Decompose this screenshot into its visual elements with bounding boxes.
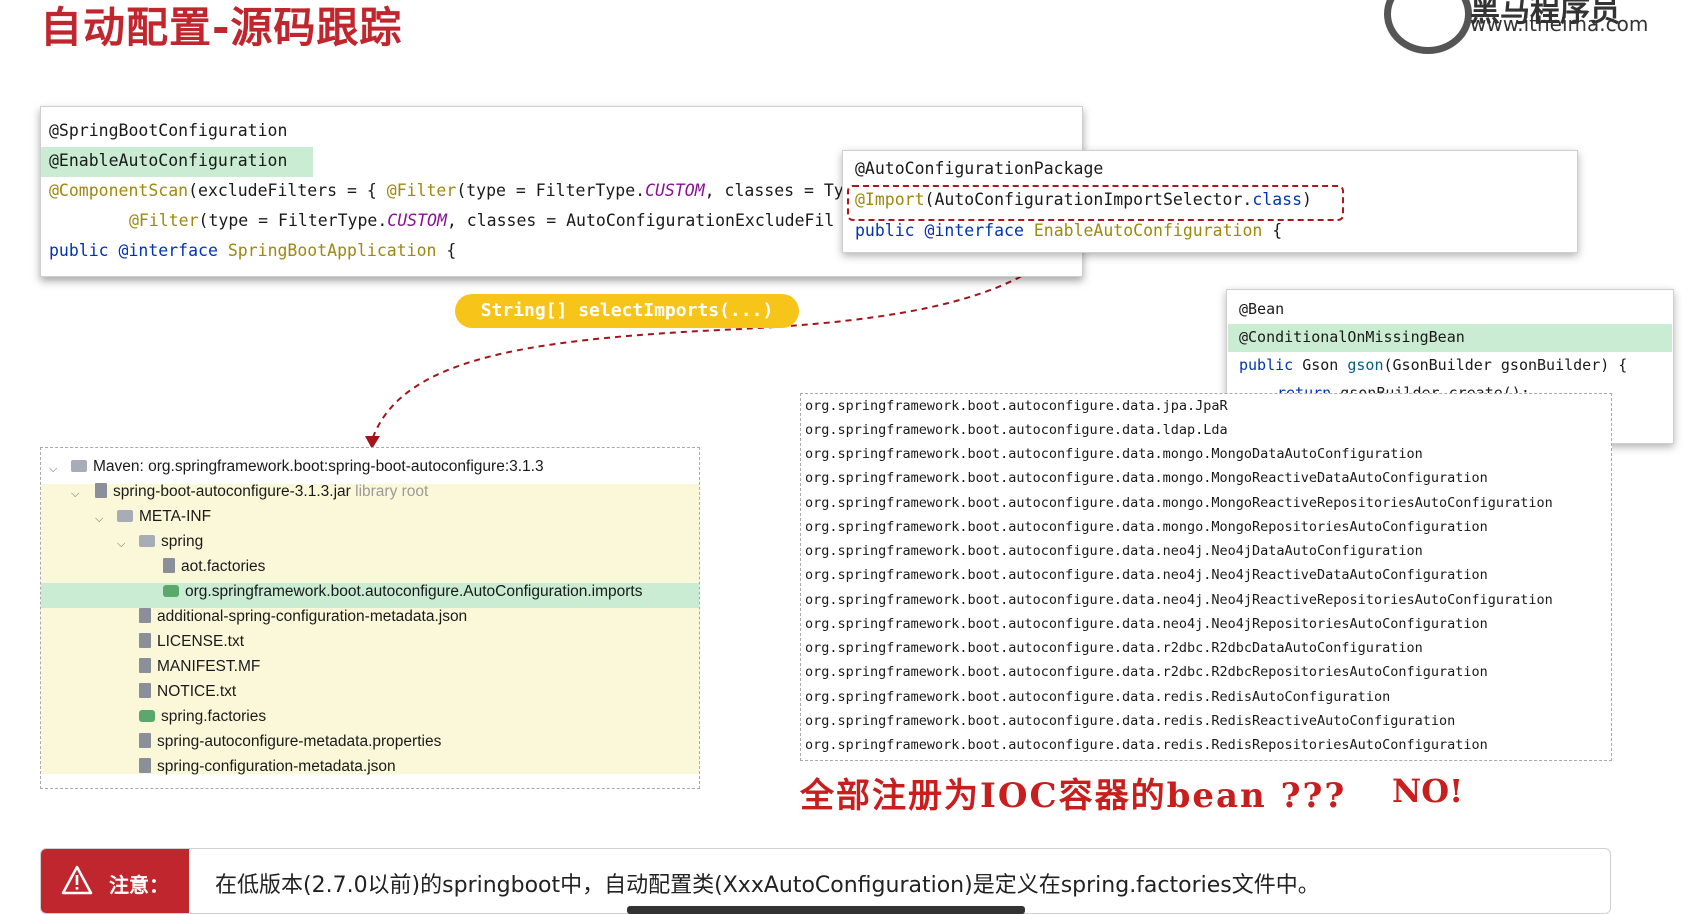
list-item: org.springframework.boot.autoconfigure.d…: [805, 713, 1456, 729]
tree-item-configuration-metadata[interactable]: spring-configuration-metadata.json: [139, 758, 396, 776]
tree-item-manifest[interactable]: MANIFEST.MF: [139, 658, 260, 676]
tree-item-meta-inf[interactable]: META-INF: [117, 508, 211, 526]
tree-item-license[interactable]: LICENSE.txt: [139, 633, 244, 651]
list-item: org.springframework.boot.autoconfigure.d…: [805, 495, 1553, 511]
code-line-componentscan: @ComponentScan(excludeFilters = { @Filte…: [49, 181, 844, 200]
tree-item-notice[interactable]: NOTICE.txt: [139, 683, 236, 701]
notice-label: 注意：: [41, 849, 189, 913]
notice-text: 在低版本(2.7.0以前)的springboot中，自动配置类(XxxAutoC…: [215, 873, 1320, 898]
list-item: org.springframework.boot.autoconfigure.d…: [805, 398, 1228, 414]
chevron-down-icon[interactable]: ⌵: [95, 512, 103, 526]
code-line-gson-method: public Gson gson(GsonBuilder gsonBuilder…: [1239, 356, 1628, 374]
import-highlight-box: [847, 185, 1344, 221]
code-line-autoconfigurationpackage: @AutoConfigurationPackage: [855, 159, 1104, 178]
list-item: org.springframework.boot.autoconfigure.d…: [805, 664, 1488, 680]
tree-item-aot-factories[interactable]: aot.factories: [163, 558, 265, 576]
code-line-bean: @Bean: [1239, 300, 1285, 318]
tree-jar-background: [41, 484, 699, 774]
notice-label-text: 注意：: [109, 873, 169, 897]
text-file-icon: [139, 633, 151, 648]
code-line-interface-declaration: public @interface SpringBootApplication …: [49, 241, 457, 260]
properties-file-icon: [139, 733, 151, 748]
tree-item-maven-root[interactable]: Maven: org.springframework.boot:spring-b…: [71, 458, 544, 476]
json-file-icon: [139, 758, 151, 773]
file-icon: [163, 558, 175, 573]
folder-icon: [139, 535, 155, 547]
tree-item-additional-metadata[interactable]: additional-spring-configuration-metadata…: [139, 608, 467, 626]
text-file-icon: [139, 683, 151, 698]
code-line-filter: @Filter(type = FilterType.CUSTOM, classe…: [129, 211, 835, 230]
list-item: org.springframework.boot.autoconfigure.d…: [805, 519, 1488, 535]
spring-file-icon: [163, 585, 179, 597]
code-line-interface-declaration: public @interface EnableAutoConfiguratio…: [855, 221, 1283, 240]
tree-item-spring-factories[interactable]: spring.factories: [139, 708, 266, 726]
tree-item-spring-folder[interactable]: spring: [139, 533, 203, 551]
list-item: org.springframework.boot.autoconfigure.d…: [805, 689, 1391, 705]
chevron-down-icon[interactable]: ⌵: [117, 537, 125, 551]
list-item: org.springframework.boot.autoconfigure.d…: [805, 616, 1488, 632]
chevron-down-icon[interactable]: ⌵: [71, 487, 79, 501]
select-imports-pill: String[] selectImports(...): [455, 294, 799, 328]
spring-file-icon: [139, 710, 155, 722]
code-line-springbootconfiguration: @SpringBootConfiguration: [49, 121, 288, 140]
list-item: org.springframework.boot.autoconfigure.d…: [805, 640, 1423, 656]
autoconfiguration-imports-list: org.springframework.boot.autoconfigure.d…: [800, 393, 1612, 761]
video-progress-bar[interactable]: [627, 906, 1025, 914]
tree-item-autoconfigure-metadata[interactable]: spring-autoconfigure-metadata.properties: [139, 733, 441, 751]
code-line-conditionalonmissingbean: @ConditionalOnMissingBean: [1239, 328, 1465, 346]
list-item: org.springframework.boot.autoconfigure.d…: [805, 567, 1488, 583]
list-item: org.springframework.boot.autoconfigure.d…: [805, 446, 1423, 462]
tree-item-jar[interactable]: spring-boot-autoconfigure-3.1.3.jar libr…: [95, 483, 428, 501]
list-item: org.springframework.boot.autoconfigure.d…: [805, 592, 1553, 608]
manifest-file-icon: [139, 658, 151, 673]
code-line-enableautoconfiguration: @EnableAutoConfiguration: [49, 151, 288, 170]
tree-item-autoconfiguration-imports[interactable]: org.springframework.boot.autoconfigure.A…: [163, 583, 643, 601]
list-item: org.springframework.boot.autoconfigure.d…: [805, 470, 1488, 486]
list-item: org.springframework.boot.autoconfigure.d…: [805, 543, 1423, 559]
notice-bar: 注意： 在低版本(2.7.0以前)的springboot中，自动配置类(XxxA…: [40, 848, 1611, 914]
project-tree: ⌵ Maven: org.springframework.boot:spring…: [40, 447, 700, 789]
folder-icon: [117, 510, 133, 522]
chevron-down-icon[interactable]: ⌵: [49, 462, 57, 476]
library-icon: [71, 460, 87, 472]
warning-icon: [61, 865, 93, 895]
list-item: org.springframework.boot.autoconfigure.d…: [805, 737, 1488, 753]
json-file-icon: [139, 608, 151, 623]
list-item: org.springframework.boot.autoconfigure.d…: [805, 422, 1228, 438]
callout-answer: NO!: [1392, 772, 1464, 810]
jar-icon: [95, 483, 107, 498]
callout-question: 全部注册为IOC容器的bean ???: [800, 776, 1347, 816]
